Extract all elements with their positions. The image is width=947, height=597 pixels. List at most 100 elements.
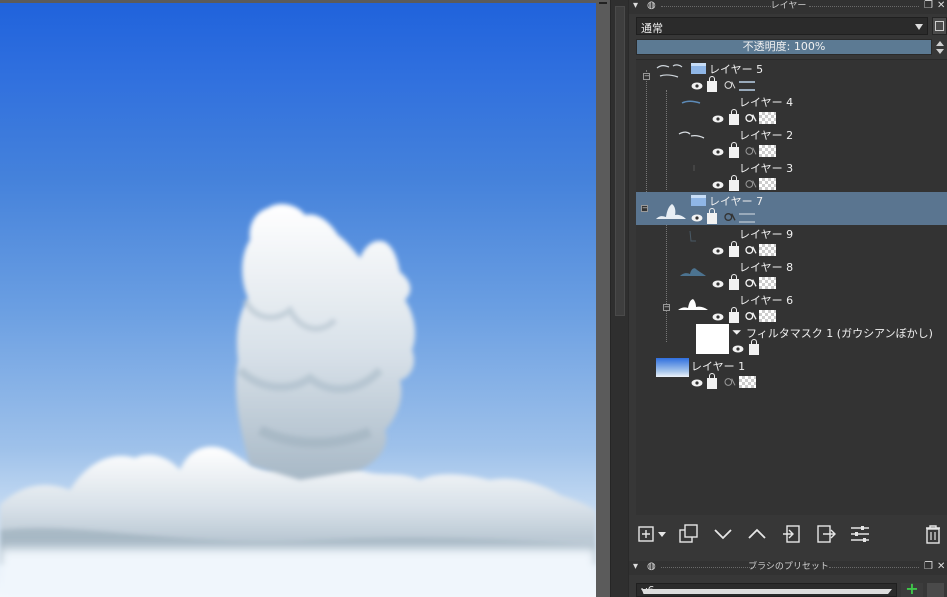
brush-view-button[interactable] bbox=[927, 583, 944, 597]
inherit-alpha-icon[interactable] bbox=[723, 212, 737, 222]
layer-row[interactable]: レイヤー 1 bbox=[636, 357, 947, 390]
layer-list[interactable]: − レイヤー 5 レイヤー 4 レイヤー 2 レイヤー 3 − レイヤー 7 レ… bbox=[636, 59, 947, 515]
layer-name: レイヤー 7 bbox=[709, 195, 764, 208]
layer-properties-button[interactable] bbox=[849, 523, 871, 545]
collapse-toggle-icon[interactable]: − bbox=[641, 205, 648, 212]
blend-mode-value: 通常 bbox=[641, 22, 663, 35]
lock-icon[interactable] bbox=[707, 373, 717, 389]
inherit-alpha-icon[interactable] bbox=[744, 179, 758, 189]
visibility-eye-icon[interactable] bbox=[712, 312, 724, 322]
layer-thumbnail bbox=[689, 230, 696, 242]
brush-presets-titlebar: ▾ ◍ ブラシのプリセット ❐ ✕ bbox=[629, 561, 947, 575]
lock-icon[interactable] bbox=[729, 142, 739, 158]
visibility-eye-icon[interactable] bbox=[691, 213, 703, 223]
plus-icon: + bbox=[905, 579, 919, 597]
indent-icon bbox=[783, 525, 800, 543]
inherit-alpha-icon[interactable] bbox=[744, 278, 758, 288]
splitter-mark bbox=[599, 2, 607, 4]
alpha-lock-checker-icon[interactable] bbox=[759, 178, 776, 190]
duplicate-layer-icon bbox=[679, 524, 698, 543]
delete-icon bbox=[926, 525, 940, 544]
filter-funnel-icon: ⏷ bbox=[732, 325, 742, 339]
opacity-slider[interactable]: 不透明度: 100% bbox=[636, 39, 932, 55]
visibility-eye-icon[interactable] bbox=[712, 114, 724, 124]
layer-row[interactable]: − レイヤー 5 bbox=[636, 60, 947, 93]
visibility-eye-icon[interactable] bbox=[691, 81, 703, 91]
lock-icon[interactable] bbox=[729, 307, 739, 323]
outdent-layer-button[interactable] bbox=[815, 523, 837, 545]
visibility-eye-icon[interactable] bbox=[712, 246, 724, 256]
move-up-icon bbox=[748, 528, 766, 539]
layers-docker-titlebar: ▾ ◍ レイヤー ❐ ✕ bbox=[629, 0, 947, 14]
mask-thumbnail bbox=[696, 324, 729, 354]
add-tag-button[interactable]: + bbox=[901, 581, 923, 597]
inherit-alpha-icon[interactable] bbox=[744, 113, 758, 123]
pass-through-icon[interactable] bbox=[739, 213, 755, 223]
duplicate-layer-button[interactable] bbox=[678, 523, 700, 545]
inherit-alpha-icon[interactable] bbox=[744, 146, 758, 156]
float-docker-icon[interactable]: ❐ bbox=[924, 561, 933, 573]
inherit-alpha-icon[interactable] bbox=[744, 245, 758, 255]
indent-layer-button[interactable] bbox=[781, 523, 803, 545]
layer-row[interactable]: レイヤー 8 bbox=[636, 258, 947, 291]
move-layer-up-button[interactable] bbox=[746, 523, 768, 545]
lock-icon[interactable] bbox=[707, 208, 717, 224]
layer-thumbnail bbox=[656, 358, 689, 377]
painting-canvas[interactable] bbox=[0, 0, 596, 597]
outdent-icon bbox=[817, 525, 836, 543]
spin-up-icon[interactable] bbox=[936, 41, 944, 46]
visibility-eye-icon[interactable] bbox=[691, 378, 703, 388]
alpha-lock-checker-icon[interactable] bbox=[759, 244, 776, 256]
chevron-down-icon bbox=[915, 24, 923, 30]
inherit-alpha-icon[interactable] bbox=[723, 80, 737, 90]
alpha-lock-checker-icon[interactable] bbox=[759, 112, 776, 124]
delete-layer-button[interactable] bbox=[922, 523, 944, 545]
layer-thumbnail bbox=[656, 64, 683, 78]
visibility-eye-icon[interactable] bbox=[712, 147, 724, 157]
visibility-eye-icon[interactable] bbox=[712, 180, 724, 190]
alpha-lock-checker-icon[interactable] bbox=[759, 277, 776, 289]
opacity-spinner[interactable] bbox=[934, 39, 946, 55]
inherit-alpha-icon[interactable] bbox=[744, 311, 758, 321]
alpha-lock-checker-icon[interactable] bbox=[739, 376, 756, 388]
chevron-down-icon bbox=[641, 589, 892, 594]
layer-row[interactable]: レイヤー 2 bbox=[636, 126, 947, 159]
layer-name: レイヤー 9 bbox=[739, 228, 794, 241]
layers-toolbar bbox=[629, 517, 947, 555]
alpha-lock-checker-icon[interactable] bbox=[759, 145, 776, 157]
layer-row[interactable]: レイヤー 9 bbox=[636, 225, 947, 258]
layer-thumbnail bbox=[693, 165, 695, 171]
visibility-eye-icon[interactable] bbox=[732, 344, 744, 354]
layer-row[interactable]: レイヤー 4 bbox=[636, 93, 947, 126]
scrollbar-thumb[interactable] bbox=[615, 6, 625, 316]
lock-icon[interactable] bbox=[729, 274, 739, 290]
float-docker-icon[interactable]: ❐ bbox=[924, 0, 933, 12]
filter-mask-row[interactable]: ⏷ フィルタマスク 1 (ガウシアンぼかし) bbox=[636, 324, 947, 357]
lock-icon[interactable] bbox=[729, 241, 739, 257]
vertical-scrollbar[interactable] bbox=[610, 0, 628, 597]
lock-icon[interactable] bbox=[729, 175, 739, 191]
layer-thumbnail bbox=[678, 299, 708, 310]
brush-tag-select[interactable]: v6 bbox=[636, 583, 897, 597]
close-docker-icon[interactable]: ✕ bbox=[937, 0, 945, 12]
visibility-eye-icon[interactable] bbox=[712, 279, 724, 289]
thumbnail-view-button[interactable] bbox=[932, 17, 947, 35]
layer-row-selected[interactable]: − レイヤー 7 bbox=[636, 192, 947, 225]
layer-row[interactable]: − レイヤー 6 bbox=[636, 291, 947, 324]
lock-icon[interactable] bbox=[729, 109, 739, 125]
layer-name: フィルタマスク 1 (ガウシアンぼかし) bbox=[746, 327, 933, 340]
move-layer-down-button[interactable] bbox=[712, 523, 734, 545]
collapse-toggle-icon[interactable]: − bbox=[663, 304, 670, 311]
close-docker-icon[interactable]: ✕ bbox=[937, 561, 945, 573]
add-layer-button[interactable] bbox=[637, 523, 671, 545]
alpha-lock-checker-icon[interactable] bbox=[759, 310, 776, 322]
collapse-toggle-icon[interactable]: − bbox=[643, 73, 650, 80]
blend-mode-select[interactable]: 通常 bbox=[636, 17, 928, 35]
lock-icon[interactable] bbox=[707, 76, 717, 92]
pass-through-icon[interactable] bbox=[739, 81, 755, 91]
layer-row[interactable]: レイヤー 3 bbox=[636, 159, 947, 192]
spin-down-icon[interactable] bbox=[936, 49, 944, 54]
lock-icon[interactable] bbox=[749, 339, 759, 355]
canvas-splitter[interactable] bbox=[596, 0, 610, 597]
inherit-alpha-icon[interactable] bbox=[723, 377, 737, 387]
